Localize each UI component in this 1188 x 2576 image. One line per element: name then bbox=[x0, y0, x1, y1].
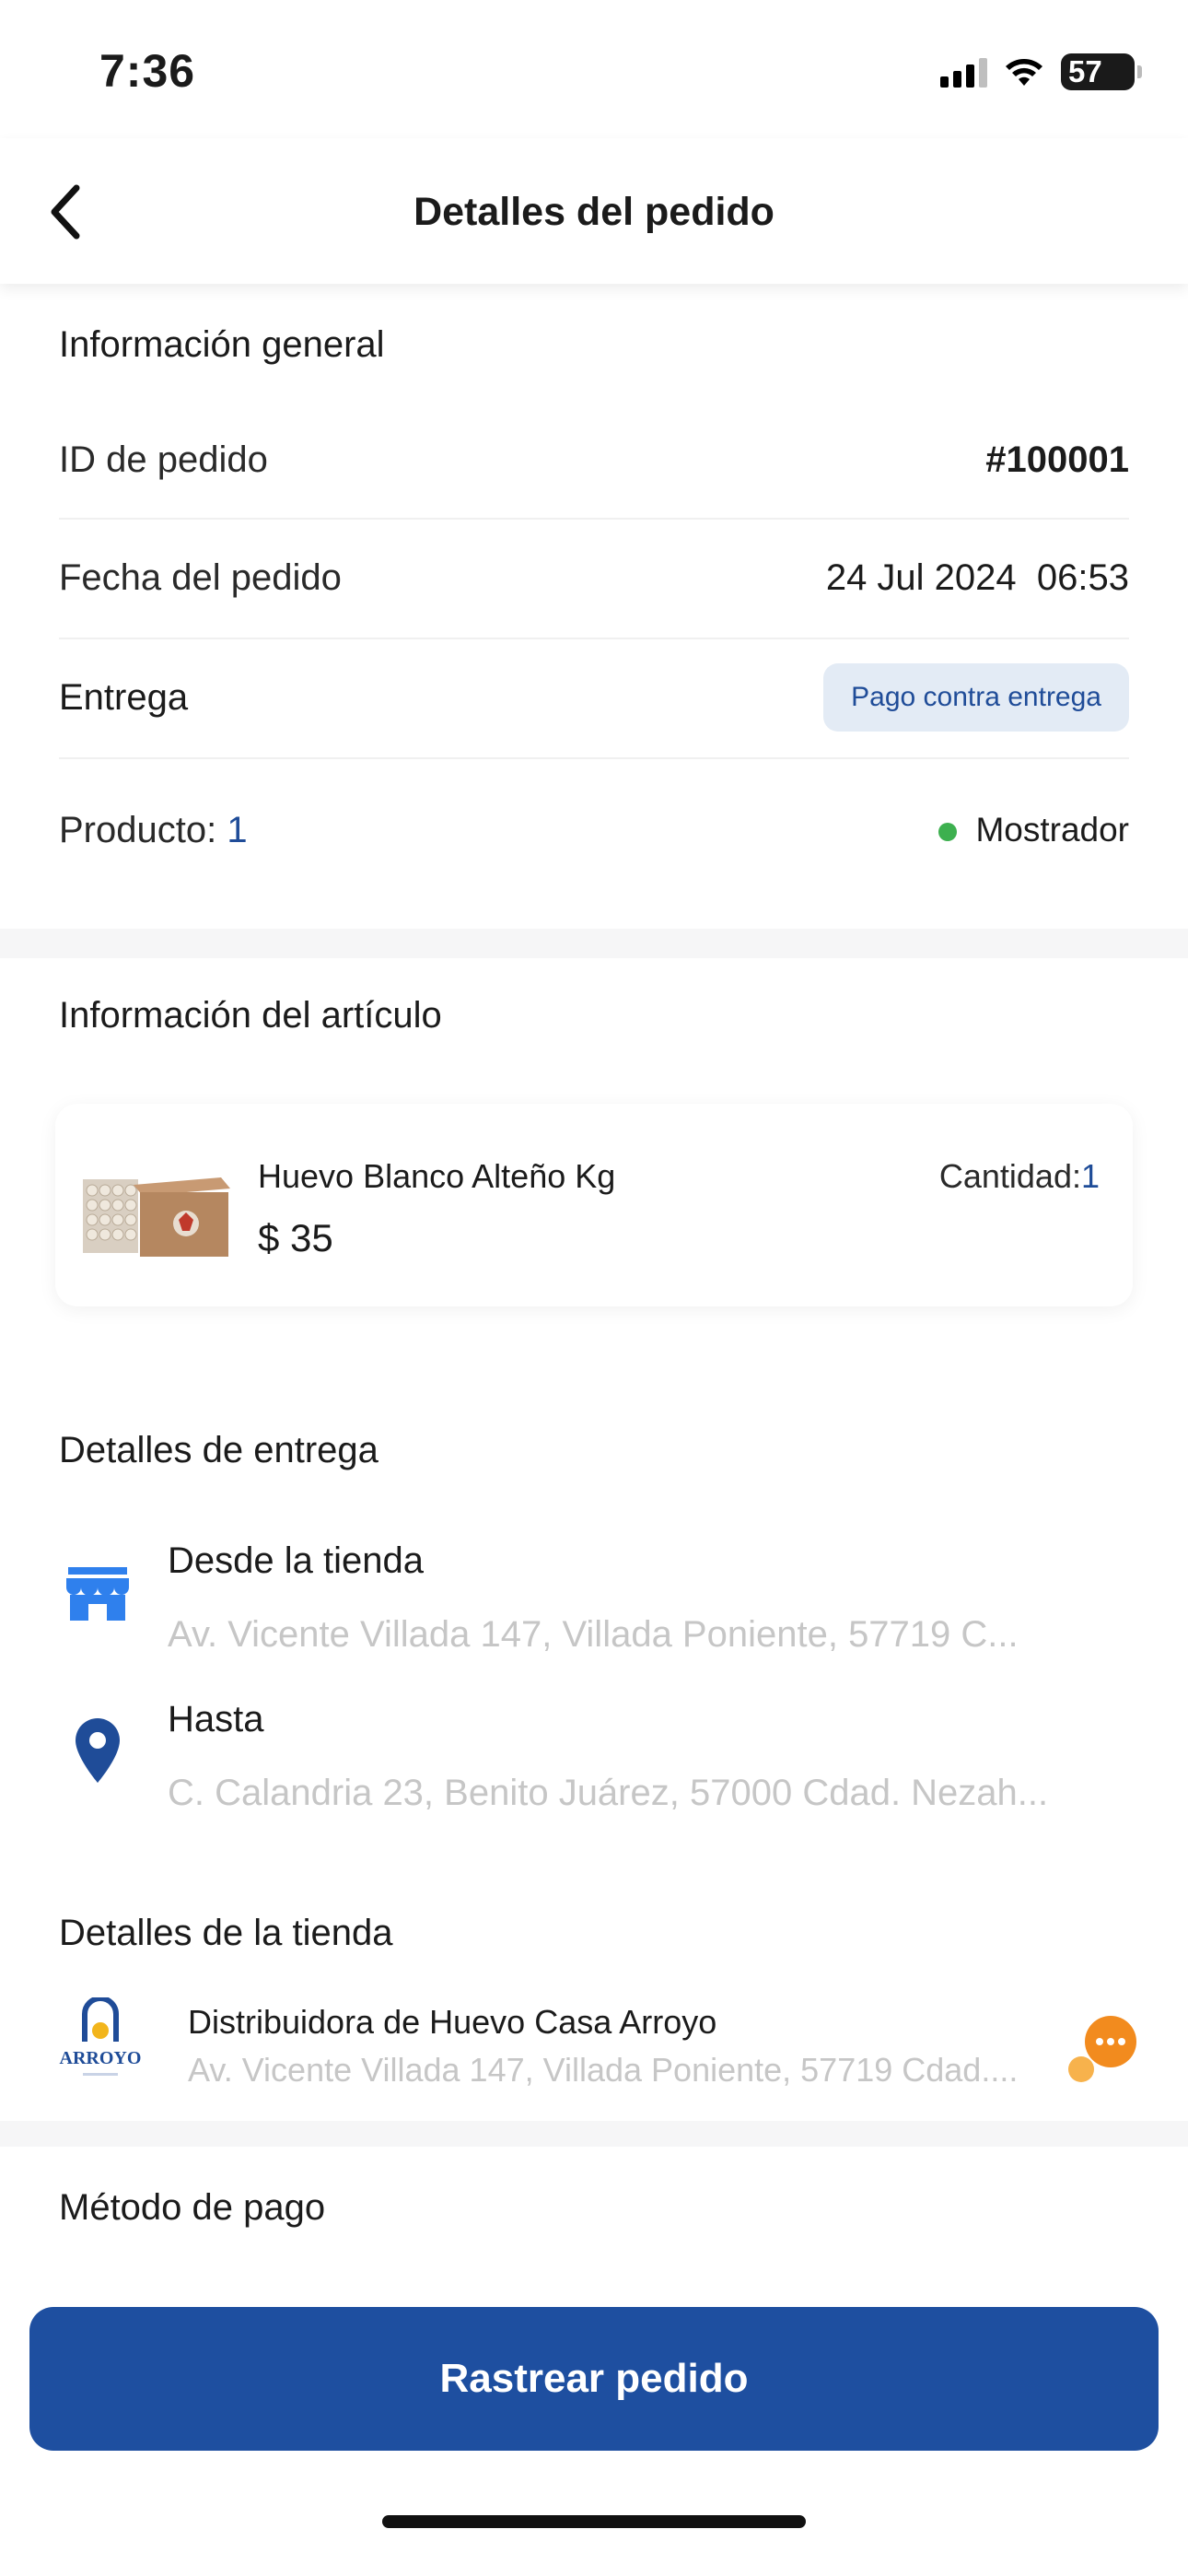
wifi-icon bbox=[1006, 59, 1042, 86]
channel-label: Mostrador bbox=[975, 811, 1129, 849]
order-id-label: ID de pedido bbox=[59, 439, 268, 480]
product-count: 1 bbox=[227, 809, 248, 850]
order-id-value: #100001 bbox=[985, 439, 1129, 480]
home-indicator bbox=[382, 2515, 806, 2528]
page-title: Detalles del pedido bbox=[413, 190, 775, 234]
svg-text:ARROYO: ARROYO bbox=[60, 2048, 142, 2068]
status-icons: 57 bbox=[940, 52, 1142, 92]
payment-type-badge: Pago contra entrega bbox=[823, 663, 1129, 732]
delivery-details-card: Detalles de entrega Desde la tienda Av. … bbox=[0, 1364, 1188, 1879]
item-price: $ 35 bbox=[258, 1216, 333, 1259]
order-date-row: Fecha del pedido 24 Jul 2024 06:53 bbox=[59, 520, 1129, 636]
chat-bubble-icon[interactable] bbox=[1068, 2014, 1142, 2084]
delivery-row: Entrega Pago contra entrega bbox=[59, 639, 1129, 755]
quantity-label: Cantidad: bbox=[938, 1157, 1081, 1195]
store-details-title: Detalles de la tienda bbox=[59, 1913, 393, 1953]
store-address: Av. Vicente Villada 147, Villada Ponient… bbox=[188, 2051, 1019, 2089]
general-info-title: Información general bbox=[59, 324, 385, 365]
channel-status: Mostrador bbox=[938, 811, 1129, 849]
status-bar: 7:36 57 bbox=[0, 0, 1188, 138]
quantity-value: 1 bbox=[1080, 1157, 1100, 1195]
payment-method-card: Método de pago Rastrear pedido bbox=[0, 2147, 1188, 2576]
to-address: C. Calandria 23, Benito Juárez, 57000 Cd… bbox=[168, 1773, 1049, 1813]
payment-method-title: Método de pago bbox=[59, 2187, 326, 2228]
product-label: Producto: bbox=[59, 809, 217, 850]
track-order-button[interactable]: Rastrear pedido bbox=[29, 2307, 1159, 2451]
battery-icon: 57 bbox=[1061, 53, 1142, 90]
status-time: 7:36 bbox=[99, 45, 196, 97]
delivery-label: Entrega bbox=[59, 676, 189, 718]
to-label: Hasta bbox=[168, 1699, 264, 1739]
product-image bbox=[83, 1177, 230, 1257]
from-store-label: Desde la tienda bbox=[168, 1540, 424, 1581]
nav-bar: Detalles del pedido bbox=[0, 138, 1188, 284]
status-dot-icon bbox=[938, 823, 958, 842]
order-date-value: 24 Jul 2024 06:53 bbox=[825, 556, 1129, 598]
item-name: Huevo Blanco Alteño Kg bbox=[258, 1157, 616, 1195]
location-pin-icon bbox=[63, 1715, 133, 1786]
delivery-details-title: Detalles de entrega bbox=[59, 1430, 379, 1470]
cellular-signal-icon bbox=[940, 56, 987, 88]
store-name: Distribuidora de Huevo Casa Arroyo bbox=[188, 2003, 717, 2041]
product-count-wrap: Producto: 1 bbox=[59, 810, 248, 851]
article-info-title: Información del artículo bbox=[59, 995, 442, 1036]
store-logo: ARROYO bbox=[60, 1997, 142, 2076]
general-info-card: Información general ID de pedido #100001… bbox=[0, 284, 1188, 929]
battery-level: 57 bbox=[1068, 54, 1102, 88]
product-row: Producto: 1 Mostrador bbox=[59, 772, 1129, 888]
store-details-card: Detalles de la tienda ARROYO Distribuido… bbox=[0, 1879, 1188, 2121]
order-id-row: ID de pedido #100001 bbox=[59, 402, 1129, 518]
storefront-icon bbox=[63, 1559, 133, 1629]
item-quantity: Cantidad:1 bbox=[939, 1157, 1100, 1196]
article-info-card: Información del artículo Huevo Blanco Al… bbox=[0, 958, 1188, 1364]
order-date-label: Fecha del pedido bbox=[59, 556, 342, 598]
divider bbox=[59, 757, 1129, 759]
from-store-address: Av. Vicente Villada 147, Villada Ponient… bbox=[168, 1614, 1019, 1655]
order-item[interactable]: Huevo Blanco Alteño Kg $ 35 Cantidad:1 bbox=[55, 1104, 1133, 1306]
